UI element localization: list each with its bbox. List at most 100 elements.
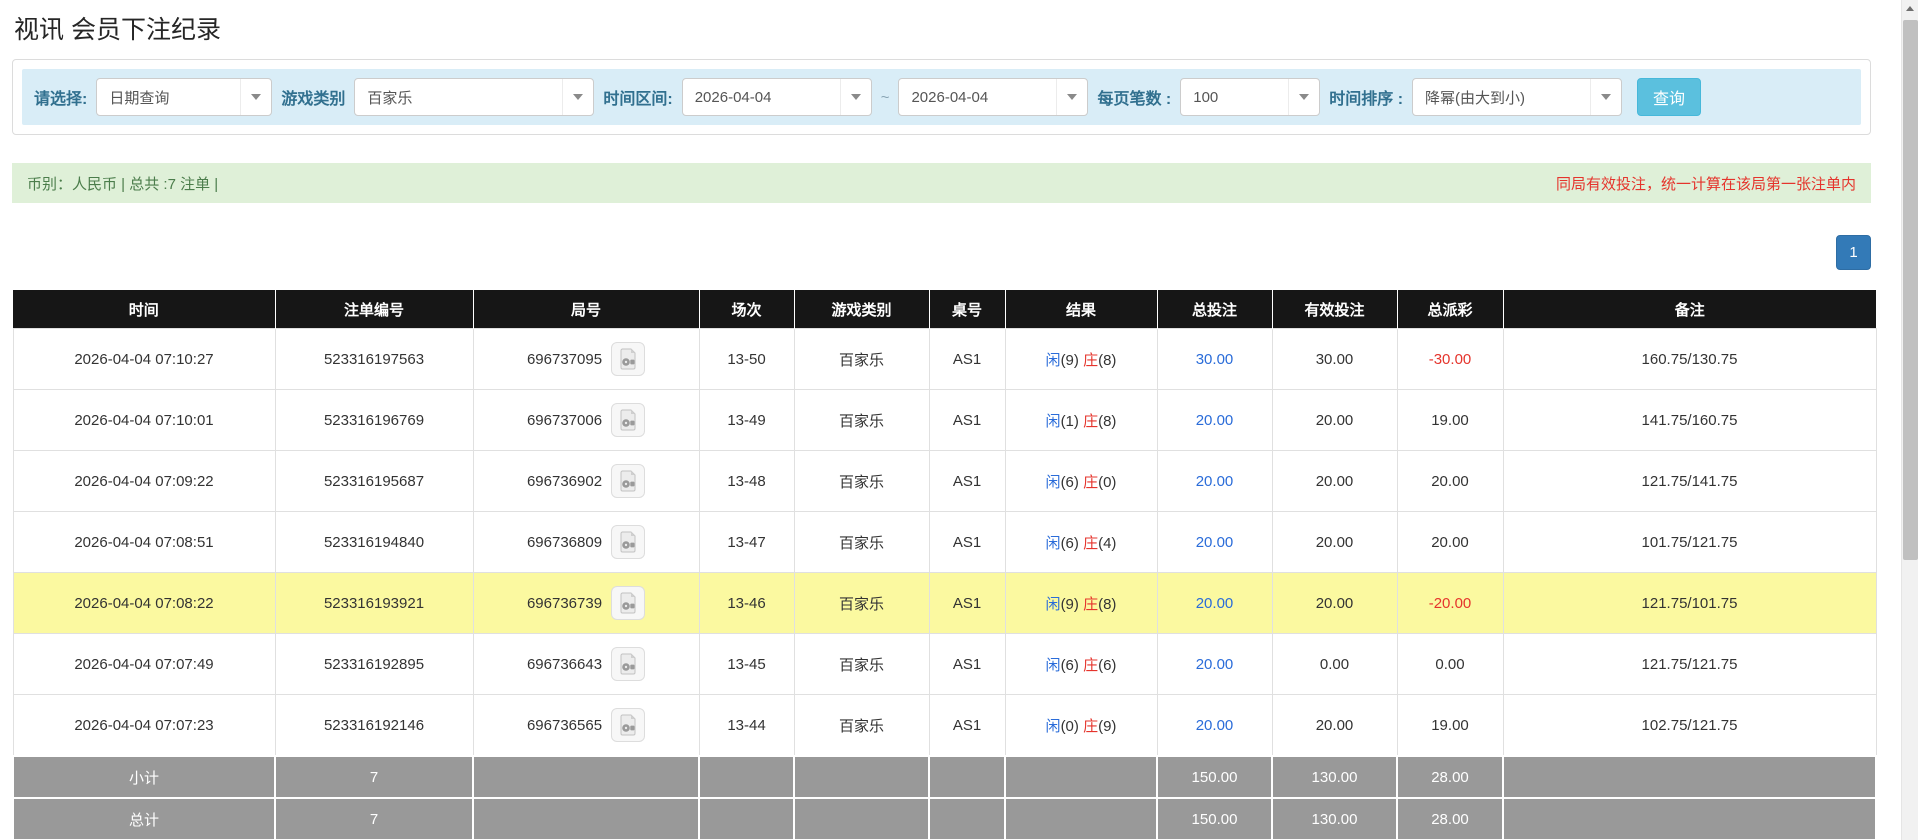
query-type-value: 日期查询 (109, 87, 169, 108)
cell-session: 13-49 (699, 390, 794, 451)
total-bet-link[interactable]: 20.00 (1196, 656, 1234, 673)
cell-result: 闲(6) 庄(6) (1005, 634, 1157, 695)
cell-round-id: 696736739 (473, 573, 699, 634)
totals-empty-cell (699, 798, 794, 840)
cell-result: 闲(6) 庄(0) (1005, 451, 1157, 512)
result-banker-label: 庄 (1083, 352, 1098, 369)
cell-time: 2026-04-04 07:09:22 (13, 451, 275, 512)
total-bet-link[interactable]: 20.00 (1196, 595, 1234, 612)
cell-remark: 160.75/130.75 (1503, 329, 1876, 390)
cell-table-number: AS1 (929, 573, 1005, 634)
cell-session: 13-45 (699, 634, 794, 695)
totals-empty-cell (794, 798, 929, 840)
filter-bar: 请选择: 日期查询 游戏类别 百家乐 时间区间: 2026-04-04 ~ (22, 69, 1861, 125)
cell-remark: 121.75/121.75 (1503, 634, 1876, 695)
totals-empty-cell (1503, 798, 1876, 840)
summary-currency-count: 币别：人民币 | 总共 :7 注单 | (27, 173, 218, 194)
round-wrap: 696737006 (527, 403, 645, 437)
cell-result: 闲(9) 庄(8) (1005, 329, 1157, 390)
column-header: 桌号 (929, 290, 1005, 329)
cell-valid-bet: 20.00 (1272, 573, 1397, 634)
total-bet-link[interactable]: 20.00 (1196, 534, 1234, 551)
cell-session: 13-48 (699, 451, 794, 512)
round-number: 696736809 (527, 534, 602, 551)
cell-valid-bet: 20.00 (1272, 512, 1397, 573)
page-1-button[interactable]: 1 (1836, 235, 1871, 270)
result-player-score: (9) (1061, 596, 1079, 613)
table-header-row: 时间注单编号局号场次游戏类别桌号结果总投注有效投注总派彩备注 (13, 290, 1876, 329)
cell-bet-id: 523316196769 (275, 390, 473, 451)
totals-count: 7 (275, 798, 473, 840)
result-player-label: 闲 (1046, 535, 1061, 552)
round-wrap: 696736809 (527, 525, 645, 559)
cell-total-bet: 30.00 (1157, 329, 1272, 390)
totals-empty-cell (929, 756, 1005, 798)
cell-game-type: 百家乐 (794, 390, 929, 451)
date-from-select[interactable]: 2026-04-04 (682, 78, 872, 116)
game-type-select[interactable]: 百家乐 (354, 78, 594, 116)
round-wrap: 696736739 (527, 586, 645, 620)
date-to-select[interactable]: 2026-04-04 (898, 78, 1088, 116)
totals-label: 小计 (13, 756, 275, 798)
cell-time: 2026-04-04 07:07:23 (13, 695, 275, 757)
chevron-down-icon (1288, 79, 1319, 115)
column-header: 总投注 (1157, 290, 1272, 329)
total-bet-link[interactable]: 20.00 (1196, 717, 1234, 734)
date-from-value: 2026-04-04 (695, 89, 772, 106)
totals-empty-cell (473, 756, 699, 798)
video-replay-button[interactable] (611, 342, 645, 376)
cell-game-type: 百家乐 (794, 695, 929, 757)
video-replay-button[interactable] (611, 647, 645, 681)
table-row: 2026-04-04 07:08:22523316193921696736739… (13, 573, 1876, 634)
totals-empty-cell (794, 756, 929, 798)
result-banker-label: 庄 (1083, 596, 1098, 613)
sort-select[interactable]: 降幂(由大到小) (1412, 78, 1622, 116)
total-bet-link[interactable]: 30.00 (1196, 351, 1234, 368)
cell-table-number: AS1 (929, 329, 1005, 390)
video-replay-button[interactable] (611, 403, 645, 437)
query-type-select[interactable]: 日期查询 (96, 78, 272, 116)
result-player-label: 闲 (1046, 657, 1061, 674)
cell-game-type: 百家乐 (794, 512, 929, 573)
video-replay-button[interactable] (611, 525, 645, 559)
page-title: 视讯 会员下注纪录 (14, 10, 1871, 46)
vertical-scrollbar[interactable] (1901, 0, 1918, 840)
cell-time: 2026-04-04 07:07:49 (13, 634, 275, 695)
page-size-select[interactable]: 100 (1180, 78, 1320, 116)
totals-valid-bet: 130.00 (1272, 756, 1397, 798)
result-player-score: (9) (1061, 352, 1079, 369)
query-button[interactable]: 查询 (1637, 78, 1701, 116)
round-wrap: 696736902 (527, 464, 645, 498)
page-size-value: 100 (1193, 89, 1218, 106)
cell-payout: 0.00 (1397, 634, 1503, 695)
date-range-label: 时间区间: (603, 85, 672, 109)
total-bet-link[interactable]: 20.00 (1196, 473, 1234, 490)
chevron-down-icon (240, 79, 271, 115)
totals-total-bet: 150.00 (1157, 756, 1272, 798)
result-banker-label: 庄 (1083, 474, 1098, 491)
column-header: 结果 (1005, 290, 1157, 329)
cell-total-bet: 20.00 (1157, 634, 1272, 695)
cell-round-id: 696737006 (473, 390, 699, 451)
cell-bet-id: 523316192895 (275, 634, 473, 695)
result-banker-label: 庄 (1083, 413, 1098, 430)
video-replay-button[interactable] (611, 464, 645, 498)
scroll-up-arrow-icon[interactable] (1902, 0, 1918, 17)
table-row: 2026-04-04 07:07:23523316192146696736565… (13, 695, 1876, 757)
scrollbar-thumb[interactable] (1903, 20, 1918, 560)
sort-label: 时间排序 : (1329, 85, 1403, 109)
video-replay-button[interactable] (611, 586, 645, 620)
total-bet-link[interactable]: 20.00 (1196, 412, 1234, 429)
bet-records-table: 时间注单编号局号场次游戏类别桌号结果总投注有效投注总派彩备注 2026-04-0… (12, 290, 1877, 840)
cell-result: 闲(0) 庄(9) (1005, 695, 1157, 757)
query-type-label: 请选择: (34, 85, 87, 109)
totals-count: 7 (275, 756, 473, 798)
video-file-icon (618, 653, 638, 675)
result-player-score: (1) (1061, 413, 1079, 430)
round-number: 696737006 (527, 412, 602, 429)
page-size-label: 每页笔数 : (1097, 85, 1171, 109)
video-file-icon (618, 470, 638, 492)
totals-empty-cell (929, 798, 1005, 840)
video-replay-button[interactable] (611, 708, 645, 742)
date-to-value: 2026-04-04 (911, 89, 988, 106)
